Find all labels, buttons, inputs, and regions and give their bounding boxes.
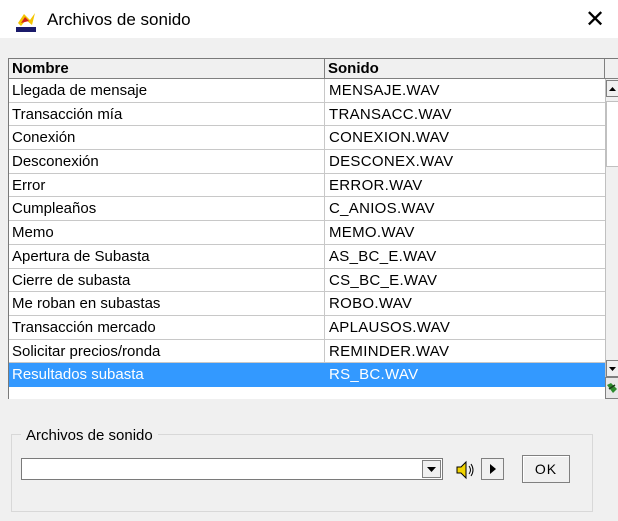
- column-header-nombre[interactable]: Nombre: [9, 59, 325, 79]
- ok-button[interactable]: OK: [522, 455, 570, 483]
- cell-nombre: Error: [9, 173, 325, 198]
- scroll-down-arrow-icon: [609, 366, 616, 371]
- cell-nombre: Conexión: [9, 126, 325, 151]
- dropdown-button[interactable]: [422, 460, 441, 478]
- app-logo-icon: [15, 11, 37, 33]
- table-row[interactable]: Me roban en subastas ROBO.WAV: [9, 292, 605, 316]
- cell-nombre: Me roban en subastas: [9, 292, 325, 316]
- table-row[interactable]: Cierre de subasta CS_BC_E.WAV: [9, 268, 605, 293]
- cell-sonido: MEMO.WAV: [325, 221, 605, 245]
- cell-sonido: TRANSACC.WAV: [325, 103, 605, 127]
- cell-nombre: Cierre de subasta: [9, 268, 325, 293]
- cell-sonido: ERROR.WAV: [325, 174, 605, 198]
- scroll-down-button[interactable]: [606, 360, 618, 377]
- cell-sonido: RS_BC.WAV: [325, 363, 605, 387]
- table-row[interactable]: Error ERROR.WAV: [9, 173, 605, 198]
- row-editor-button[interactable]: [605, 377, 618, 399]
- cell-nombre: Memo: [9, 221, 325, 245]
- cell-sonido: DESCONEX.WAV: [325, 150, 605, 174]
- column-header-sonido[interactable]: Sonido: [325, 59, 605, 79]
- table-row[interactable]: Memo MEMO.WAV: [9, 221, 605, 245]
- table-row[interactable]: Resultados subasta RS_BC.WAV: [9, 363, 605, 387]
- table-row[interactable]: Solicitar precios/ronda REMINDER.WAV: [9, 339, 605, 364]
- table-row[interactable]: Llegada de mensaje MENSAJE.WAV: [9, 79, 605, 103]
- sound-files-group-label: Archivos de sonido: [21, 427, 158, 444]
- sounds-table[interactable]: Nombre Sonido Llegada de mensaje MENSAJE.…: [8, 58, 618, 399]
- cell-sonido: CONEXION.WAV: [325, 126, 605, 151]
- cell-nombre: Solicitar precios/ronda: [9, 339, 325, 364]
- cell-nombre: Transacción mercado: [9, 315, 325, 340]
- table-row[interactable]: Conexión CONEXION.WAV: [9, 126, 605, 151]
- cell-sonido: CS_BC_E.WAV: [325, 269, 605, 293]
- cell-sonido: MENSAJE.WAV: [325, 79, 605, 103]
- play-icon: [489, 464, 496, 474]
- dropdown-arrow-icon: [427, 466, 436, 472]
- table-row[interactable]: Cumpleaños C_ANIOS.WAV: [9, 197, 605, 222]
- table-row[interactable]: Apertura de Subasta AS_BC_E.WAV: [9, 244, 605, 269]
- table-row[interactable]: Desconexión DESCONEX.WAV: [9, 150, 605, 174]
- play-button[interactable]: [481, 458, 504, 480]
- cell-sonido: APLAUSOS.WAV: [325, 316, 605, 340]
- cell-nombre: Transacción mía: [9, 102, 325, 127]
- close-icon: ✕: [584, 5, 606, 33]
- cell-sonido: REMINDER.WAV: [325, 340, 605, 364]
- close-button[interactable]: ✕: [572, 0, 618, 38]
- scroll-up-arrow-icon: [609, 86, 616, 91]
- cell-nombre: Apertura de Subasta: [9, 244, 325, 269]
- table-row[interactable]: Transacción mercado APLAUSOS.WAV: [9, 315, 605, 340]
- cell-nombre: Cumpleaños: [9, 197, 325, 222]
- cell-nombre: Desconexión: [9, 150, 325, 174]
- title-bar: Archivos de sonido ✕: [0, 0, 618, 38]
- scroll-up-button[interactable]: [606, 80, 618, 97]
- table-row[interactable]: Transacción mía TRANSACC.WAV: [9, 102, 605, 127]
- vertical-scrollbar[interactable]: [605, 79, 618, 377]
- sound-file-combobox[interactable]: [21, 458, 443, 480]
- cell-sonido: ROBO.WAV: [325, 292, 605, 316]
- row-editor-icon: [607, 383, 617, 393]
- table-body: Llegada de mensaje MENSAJE.WAV Transacción…: [9, 79, 605, 387]
- cell-sonido: C_ANIOS.WAV: [325, 197, 605, 222]
- cell-sonido: AS_BC_E.WAV: [325, 245, 605, 269]
- speaker-icon[interactable]: [453, 459, 479, 481]
- scroll-thumb[interactable]: [606, 101, 618, 167]
- cell-nombre: Resultados subasta: [9, 363, 325, 387]
- window-title: Archivos de sonido: [47, 10, 191, 29]
- cell-nombre: Llegada de mensaje: [9, 79, 325, 103]
- column-header-corner: [605, 59, 618, 79]
